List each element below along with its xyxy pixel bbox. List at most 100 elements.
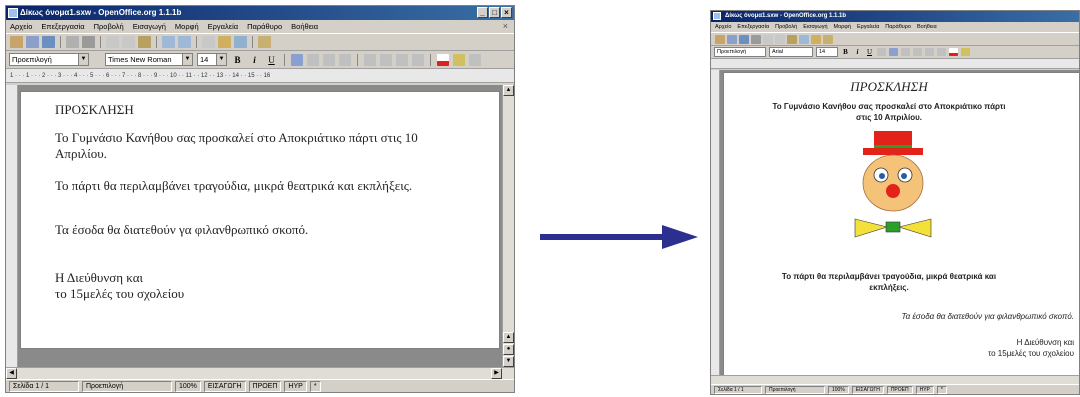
cut-icon[interactable] xyxy=(763,34,773,44)
font-size-select[interactable]: 14 xyxy=(816,47,838,57)
datasource-icon[interactable] xyxy=(234,36,247,48)
export-pdf-icon[interactable] xyxy=(66,36,79,48)
font-color-icon[interactable] xyxy=(949,48,958,56)
paste-icon[interactable] xyxy=(138,36,151,48)
undo-icon[interactable] xyxy=(799,34,809,44)
menu-view[interactable]: Προβολή xyxy=(94,20,124,33)
highlight-icon[interactable] xyxy=(453,53,465,66)
scroll-left-icon[interactable]: ◀ xyxy=(6,368,17,379)
paste-icon[interactable] xyxy=(787,34,797,44)
status-selection-mode[interactable]: ΠΡΟΕΠ xyxy=(886,386,913,394)
underline-button[interactable]: U xyxy=(865,48,874,56)
align-left-icon[interactable] xyxy=(877,48,886,56)
font-name-select[interactable]: Times New Roman ▼ xyxy=(105,53,193,66)
numbering-icon[interactable] xyxy=(364,53,376,66)
font-size-select[interactable]: 14 ▼ xyxy=(197,53,227,66)
close-document-icon[interactable]: × xyxy=(503,20,508,33)
align-center-icon[interactable] xyxy=(889,48,898,56)
page-up-icon[interactable]: ▲ xyxy=(503,332,514,343)
title-bar[interactable]: Δίκως όνομα1.sxw - OpenOffice.org 1.1.1b… xyxy=(6,6,514,20)
bullets-icon[interactable] xyxy=(380,53,392,66)
page-down-icon[interactable]: ▼ xyxy=(503,356,514,367)
menu-window[interactable]: Παράθυρο xyxy=(247,20,282,33)
bullets-icon[interactable] xyxy=(937,48,946,56)
underline-button[interactable]: U xyxy=(265,55,278,65)
menu-edit[interactable]: Επεξεργασία xyxy=(737,22,769,32)
justify-icon[interactable] xyxy=(339,53,351,66)
print-icon[interactable] xyxy=(82,36,95,48)
menu-tools[interactable]: Εργαλεία xyxy=(208,20,238,33)
redo-icon[interactable] xyxy=(178,36,191,48)
maximize-button[interactable]: □ xyxy=(489,7,500,18)
paragraph-style-select[interactable]: Προεπιλογή ▼ xyxy=(9,53,89,66)
copy-icon[interactable] xyxy=(775,34,785,44)
insert-image-icon[interactable] xyxy=(823,34,833,44)
status-insert-mode[interactable]: ΕΙΣΑΓΩΓΗ xyxy=(203,381,246,392)
gallery-icon[interactable] xyxy=(811,34,821,44)
paragraph-style-select[interactable]: Προεπιλογή xyxy=(714,47,766,57)
align-right-icon[interactable] xyxy=(323,53,335,66)
menu-file[interactable]: Αρχείο xyxy=(10,20,32,33)
vertical-ruler[interactable] xyxy=(6,85,18,379)
scroll-right-icon[interactable]: ▶ xyxy=(491,368,502,379)
menu-edit[interactable]: Επεξεργασία xyxy=(41,20,84,33)
status-hyperlink-mode[interactable]: HYP xyxy=(284,381,307,392)
vertical-ruler[interactable] xyxy=(711,70,720,384)
menu-format[interactable]: Μορφή xyxy=(834,22,851,32)
numbering-icon[interactable] xyxy=(925,48,934,56)
save-icon[interactable] xyxy=(727,34,737,44)
status-insert-mode[interactable]: ΕΙΣΑΓΩΓΗ xyxy=(851,386,884,394)
navigator-icon[interactable] xyxy=(202,36,215,48)
menu-help[interactable]: Βοήθεια xyxy=(291,20,318,33)
menu-file[interactable]: Αρχείο xyxy=(715,22,731,32)
align-center-icon[interactable] xyxy=(307,53,319,66)
title-bar[interactable]: Δίκως όνομα1.sxw - OpenOffice.org 1.1.1b xyxy=(711,11,1079,22)
edit-file-icon[interactable] xyxy=(42,36,55,48)
menu-insert[interactable]: Εισαγωγή xyxy=(133,20,166,33)
font-name-select[interactable]: Arial xyxy=(769,47,813,57)
background-color-icon[interactable] xyxy=(469,53,481,66)
close-button[interactable]: × xyxy=(501,7,512,18)
align-right-icon[interactable] xyxy=(901,48,910,56)
menu-tools[interactable]: Εργαλεία xyxy=(857,22,879,32)
horizontal-scrollbar[interactable]: ◀ ▶ xyxy=(6,367,514,379)
status-selection-mode[interactable]: ΠΡΟΕΠ xyxy=(248,381,282,392)
undo-icon[interactable] xyxy=(162,36,175,48)
cut-icon[interactable] xyxy=(106,36,119,48)
increase-indent-icon[interactable] xyxy=(412,53,424,66)
font-color-icon[interactable] xyxy=(437,53,449,66)
copy-icon[interactable] xyxy=(122,36,135,48)
open-icon[interactable] xyxy=(715,34,725,44)
status-zoom[interactable]: 100% xyxy=(828,386,849,394)
minimize-button[interactable]: _ xyxy=(477,7,488,18)
italic-button[interactable]: i xyxy=(853,48,862,56)
bold-button[interactable]: B xyxy=(841,48,850,56)
bold-button[interactable]: B xyxy=(231,55,244,65)
align-left-icon[interactable] xyxy=(291,53,303,66)
navigation-icon[interactable]: ● xyxy=(503,344,514,355)
status-hyperlink-mode[interactable]: HYP xyxy=(915,386,934,394)
justify-icon[interactable] xyxy=(913,48,922,56)
open-icon[interactable] xyxy=(10,36,23,48)
menu-format[interactable]: Μορφή xyxy=(175,20,199,33)
menu-help[interactable]: Βοήθεια xyxy=(917,22,937,32)
scroll-up-icon[interactable]: ▲ xyxy=(503,85,514,96)
document-page[interactable]: ΠΡΟΣΚΛΗΣΗ Το Γυμνάσιο Κανήθου σας προσκα… xyxy=(723,72,1079,376)
italic-button[interactable]: i xyxy=(248,55,261,65)
highlight-icon[interactable] xyxy=(961,48,970,56)
menu-window[interactable]: Παράθυρο xyxy=(885,22,911,32)
edit-file-icon[interactable] xyxy=(739,34,749,44)
menu-insert[interactable]: Εισαγωγή xyxy=(803,22,827,32)
document-page[interactable]: ΠΡΟΣΚΛΗΣΗ Το Γυμνάσιο Κανήθου σας προσκα… xyxy=(20,91,500,349)
status-zoom[interactable]: 100% xyxy=(175,381,201,392)
save-icon[interactable] xyxy=(26,36,39,48)
decrease-indent-icon[interactable] xyxy=(396,53,408,66)
horizontal-ruler[interactable]: 1 · · · 1 · · · 2 · · · 3 · · · 4 · · · … xyxy=(6,69,514,83)
horizontal-scrollbar[interactable] xyxy=(711,375,1079,384)
vertical-scrollbar[interactable]: ▲ ▲ ● ▼ ▼ xyxy=(502,85,514,379)
insert-image-icon[interactable] xyxy=(258,36,271,48)
horizontal-ruler[interactable] xyxy=(711,59,1079,69)
gallery-icon[interactable] xyxy=(218,36,231,48)
menu-view[interactable]: Προβολή xyxy=(775,22,797,32)
print-icon[interactable] xyxy=(751,34,761,44)
